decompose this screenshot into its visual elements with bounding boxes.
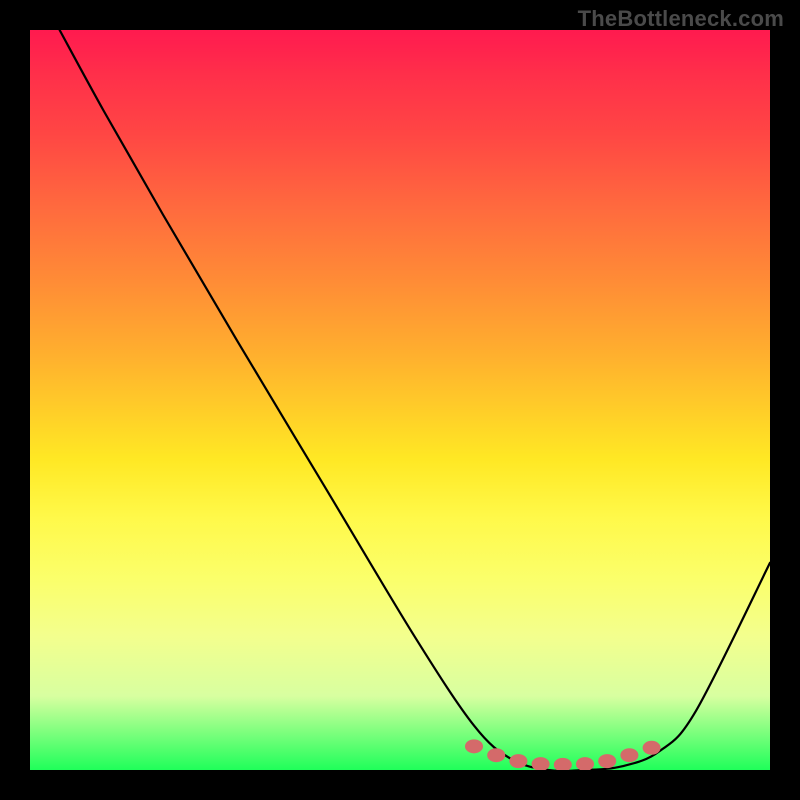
optimal-range-dots [465,739,661,770]
curve-svg [30,30,770,770]
marker-dot [509,754,527,768]
marker-dot [554,758,572,770]
marker-dot [598,754,616,768]
watermark-text: TheBottleneck.com [578,6,784,32]
bottleneck-curve [60,30,770,770]
marker-dot [487,748,505,762]
chart-frame: TheBottleneck.com [0,0,800,800]
marker-dot [620,748,638,762]
marker-dot [576,757,594,770]
plot-area [30,30,770,770]
marker-dot [532,757,550,770]
marker-dot [465,739,483,753]
marker-dot [643,741,661,755]
